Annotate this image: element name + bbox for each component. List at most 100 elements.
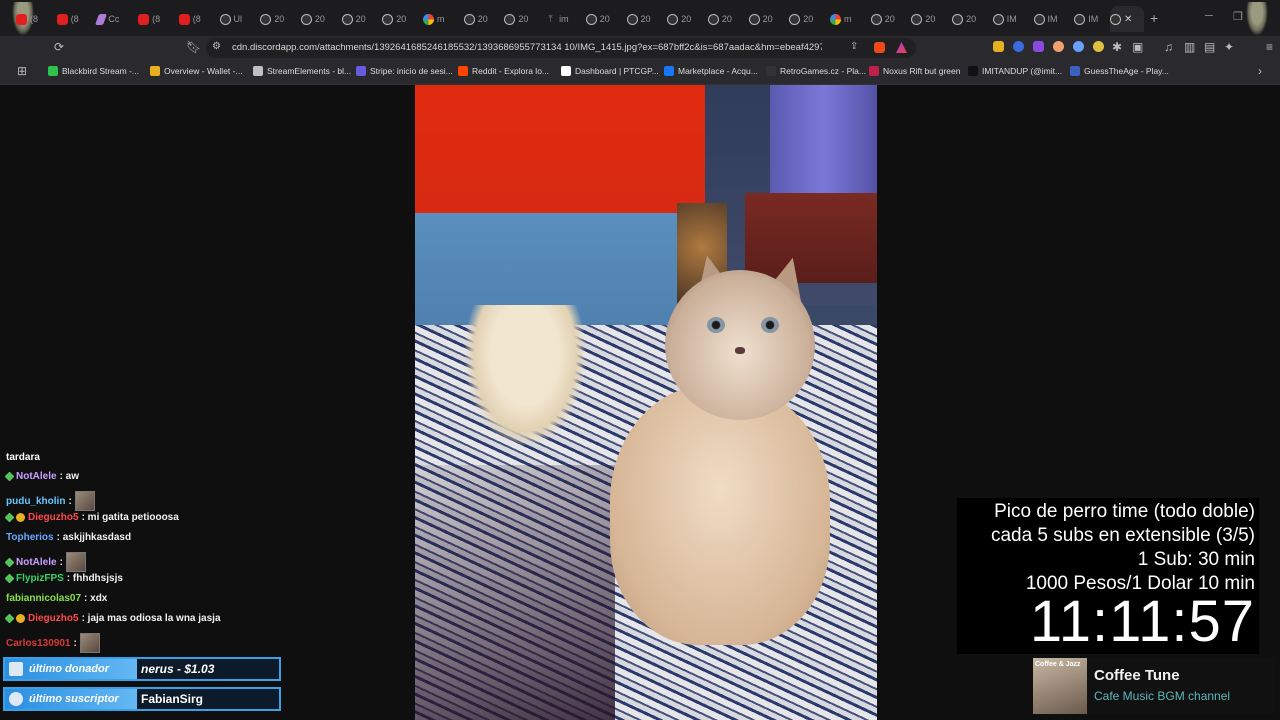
- tab-label: (8: [70, 14, 79, 24]
- globe-icon: [382, 13, 394, 25]
- bookmark-label: Stripe: inicio de sesi...: [370, 66, 453, 76]
- tab-12[interactable]: 20: [504, 9, 544, 29]
- chat-text: : mi gatita petiooosa: [81, 512, 179, 523]
- bookmark-5[interactable]: Dashboard | PTCGP...: [561, 66, 659, 76]
- chat-username[interactable]: FlypizFPS: [16, 573, 64, 584]
- purple-curtain: [770, 85, 877, 205]
- chat-text: : aw: [59, 471, 80, 482]
- chat-username[interactable]: tardara: [6, 452, 40, 463]
- tab-0[interactable]: (8: [16, 9, 56, 29]
- chat-username[interactable]: NotAlele: [16, 557, 57, 568]
- close-tab-icon[interactable]: ✕: [1124, 14, 1132, 25]
- leo-icon[interactable]: ✦: [1224, 40, 1234, 54]
- tab-label: im: [559, 14, 569, 24]
- chat-username[interactable]: Carlos130901: [6, 638, 71, 649]
- extension-icon-5[interactable]: [1073, 41, 1084, 52]
- chat-message: NotAlele :: [4, 552, 86, 572]
- wallet-icon[interactable]: ▤: [1204, 40, 1215, 54]
- tab-25[interactable]: IM: [1033, 9, 1074, 29]
- chat-username[interactable]: NotAlele: [16, 471, 57, 482]
- screenshot-icon[interactable]: ▣: [1132, 40, 1143, 54]
- chat-username[interactable]: fabiannicolas07: [6, 593, 81, 604]
- bookmark-4[interactable]: Reddit - Explora lo...: [458, 66, 549, 76]
- address-bar[interactable]: ⚙ cdn.discordapp.com/attachments/1392641…: [206, 38, 916, 58]
- tab-21[interactable]: 20: [870, 9, 911, 29]
- tab-3[interactable]: (8: [138, 9, 178, 29]
- sub-badge-icon: [16, 614, 25, 623]
- tab-22[interactable]: 20: [911, 9, 951, 29]
- tab-9[interactable]: 20: [382, 9, 422, 29]
- tab-15[interactable]: 20: [626, 9, 667, 29]
- tab-1[interactable]: (8: [56, 9, 97, 29]
- bookmark-10[interactable]: GuessTheAge - Play...: [1070, 66, 1169, 76]
- extension-icon-2[interactable]: [1013, 41, 1024, 52]
- more-bookmarks-icon[interactable]: ›: [1258, 64, 1262, 78]
- brave-shield-icon[interactable]: [874, 42, 885, 53]
- url-text[interactable]: cdn.discordapp.com/attachments/139264168…: [232, 42, 822, 53]
- tab-5[interactable]: Ul: [219, 9, 260, 29]
- brave-rewards-icon[interactable]: [896, 42, 907, 53]
- tab-23[interactable]: 20: [952, 9, 992, 29]
- bookmark-favicon-icon: [561, 66, 571, 76]
- chat-username[interactable]: Dieguzho5: [28, 512, 79, 523]
- tab-20[interactable]: m: [830, 9, 870, 29]
- cat-and-dog-photo: [415, 85, 877, 720]
- tab-16[interactable]: 20: [667, 9, 707, 29]
- bookmark-2[interactable]: StreamElements - bl...: [253, 66, 351, 76]
- site-info-icon[interactable]: ⚙: [212, 41, 221, 52]
- globe-icon: [952, 13, 964, 25]
- bookmark-7[interactable]: RetroGames.cz - Pla...: [766, 66, 866, 76]
- chat-text: :: [73, 637, 77, 649]
- bookmark-0[interactable]: Blackbird Stream -...: [48, 66, 139, 76]
- tab-26[interactable]: IM: [1074, 9, 1114, 29]
- extension-icon-6[interactable]: [1093, 41, 1104, 52]
- extensions-puzzle-icon[interactable]: ✱: [1112, 40, 1122, 54]
- chat-message: Carlos130901 :: [6, 633, 100, 653]
- sidebar-icon[interactable]: ▥: [1184, 40, 1195, 54]
- bookmark-6[interactable]: Marketplace - Acqu...: [664, 66, 758, 76]
- bookmark-label: RetroGames.cz - Pla...: [780, 66, 866, 76]
- chat-text: : xdx: [84, 593, 108, 604]
- bookmark-1[interactable]: Overview - Wallet -...: [150, 66, 243, 76]
- bookmark-8[interactable]: Noxus Rift but green: [869, 66, 960, 76]
- new-tab-button[interactable]: +: [1150, 10, 1158, 26]
- menu-icon[interactable]: ≡: [1266, 40, 1273, 54]
- tab-14[interactable]: 20: [585, 9, 626, 29]
- extension-icon-4[interactable]: [1053, 41, 1064, 52]
- tab-8[interactable]: 20: [341, 9, 382, 29]
- restore-icon[interactable]: ❐: [1233, 10, 1243, 23]
- tab-label: 20: [721, 14, 732, 24]
- globe-icon: [748, 13, 760, 25]
- tab-19[interactable]: 20: [789, 9, 829, 29]
- bookmark-3[interactable]: Stripe: inicio de sesi...: [356, 66, 453, 76]
- extension-icon-3[interactable]: [1033, 41, 1044, 52]
- tab-13[interactable]: ⤒ im: [545, 9, 585, 29]
- tab-11[interactable]: 20: [463, 9, 504, 29]
- media-icon[interactable]: ♫: [1164, 40, 1173, 54]
- apps-grid-icon[interactable]: ⊞: [17, 64, 27, 78]
- tab-18[interactable]: 20: [748, 9, 789, 29]
- tab-active[interactable]: ✕: [1110, 6, 1144, 32]
- upload-icon: ⤒: [548, 13, 553, 25]
- bookmark-icon[interactable]: 🔖︎: [186, 40, 201, 54]
- reload-icon[interactable]: ⟳: [54, 40, 64, 54]
- tab-6[interactable]: 20: [260, 9, 300, 29]
- tab-24[interactable]: IM: [992, 9, 1033, 29]
- tab-2[interactable]: Cc: [95, 9, 137, 29]
- tab-label: 20: [314, 14, 325, 24]
- chat-username[interactable]: Topherios: [6, 532, 54, 543]
- chat-username[interactable]: pudu_kholin: [6, 496, 65, 507]
- bookmark-9[interactable]: IMITANDUP (@imit...: [968, 66, 1062, 76]
- tab-7[interactable]: 20: [300, 9, 341, 29]
- last-donor-widget: último donador nerus - $1.03: [3, 657, 281, 681]
- minimize-icon[interactable]: ─: [1205, 10, 1213, 22]
- bookmark-favicon-icon: [48, 66, 58, 76]
- share-icon[interactable]: ⇪: [850, 41, 858, 52]
- chat-username[interactable]: Dieguzho5: [28, 613, 79, 624]
- extension-icon-1[interactable]: [993, 41, 1004, 52]
- tab-label: 20: [477, 14, 488, 24]
- tab-4[interactable]: (8: [178, 9, 219, 29]
- tab-10[interactable]: m: [423, 9, 463, 29]
- globe-icon: [911, 13, 923, 25]
- tab-17[interactable]: 20: [707, 9, 748, 29]
